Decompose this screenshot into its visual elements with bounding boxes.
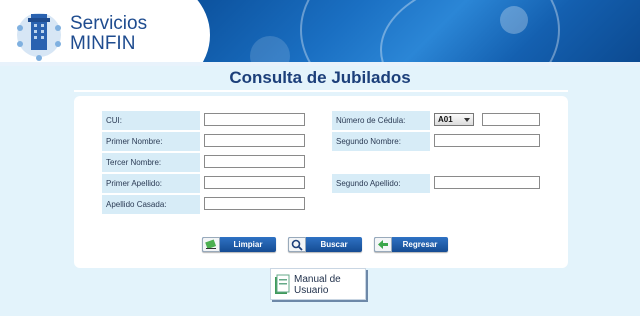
eraser-icon [202,237,220,252]
apellido-casada-label: Apellido Casada: [102,195,200,214]
cui-input[interactable] [204,113,305,126]
apellido-casada-input[interactable] [204,197,305,210]
back-arrow-icon [374,237,392,252]
tercer-nombre-input[interactable] [204,155,305,168]
primer-apellido-label: Primer Apellido: [102,174,200,193]
buscar-button[interactable]: Buscar [288,237,362,252]
primer-nombre-label: Primer Nombre: [102,132,200,151]
logo-line1: Servicios [70,13,148,34]
manual-line1: Manual de [294,274,341,285]
header-banner [180,0,640,62]
primer-nombre-input[interactable] [204,134,305,147]
segundo-apellido-label: Segundo Apellido: [332,174,430,193]
cedula-prefix-select[interactable]: A01 [434,113,474,126]
manual-line2: Usuario [294,285,329,296]
manual-book-icon [274,274,290,296]
minfin-logo-icon [14,8,64,62]
segundo-nombre-input[interactable] [434,134,540,147]
logo-line2: MINFIN [70,33,136,54]
segundo-apellido-input[interactable] [434,176,540,189]
buscar-label: Buscar [320,240,348,249]
segundo-nombre-label: Segundo Nombre: [332,132,430,151]
cui-label: CUI: [102,111,200,130]
limpiar-label: Limpiar [233,240,263,249]
limpiar-button[interactable]: Limpiar [202,237,276,252]
header: Servicios MINFIN [0,0,640,90]
logo-text: Servicios MINFIN [70,14,147,54]
cedula-prefix-value: A01 [438,115,453,124]
chevron-down-icon [464,118,470,122]
tercer-nombre-label: Tercer Nombre: [102,153,200,172]
cedula-number-input[interactable] [482,113,540,126]
manual-label: Manual de Usuario [294,274,341,296]
page-title: Consulta de Jubilados [229,68,411,87]
regresar-label: Regresar [402,240,438,249]
title-divider [74,90,568,92]
regresar-button[interactable]: Regresar [374,237,448,252]
cedula-label: Número de Cédula: [332,111,430,130]
search-icon [288,237,306,252]
primer-apellido-input[interactable] [204,176,305,189]
manual-usuario-link[interactable]: Manual de Usuario [270,268,366,300]
